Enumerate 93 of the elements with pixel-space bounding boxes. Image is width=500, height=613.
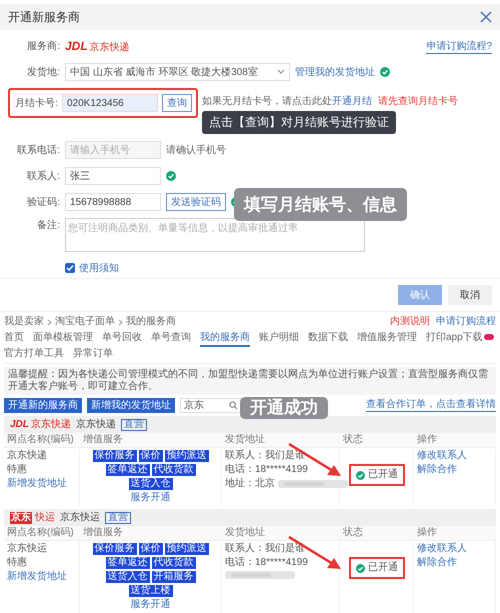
help-link[interactable]: 申请订购流程? — [426, 38, 492, 54]
tab[interactable]: 单号查询 — [151, 331, 191, 347]
courier-logo: JDL 京东快递 — [10, 418, 71, 430]
service-tag: 签单返还 — [106, 557, 150, 569]
column-header: 网点名称(编码) — [4, 433, 80, 448]
site-name: 京东快运 — [7, 543, 47, 555]
service-tag: 保价服务 — [92, 450, 136, 462]
provider-name: 京东快运 — [60, 512, 100, 524]
annotation-banner: 填写月结账号、信息 — [234, 188, 407, 221]
field-label: 联系电话: — [16, 144, 60, 157]
field-label: 服务商: — [26, 40, 60, 53]
header-link[interactable]: 内测说明 — [390, 316, 430, 328]
tab[interactable]: 数据下载 — [308, 331, 348, 347]
phone-hint: 请确认手机号 — [166, 144, 226, 157]
service-tag: 送货入仓 — [128, 478, 172, 490]
courier-logo: JDL 京东快递 — [65, 38, 130, 54]
contact-input[interactable]: 张三 — [65, 167, 161, 185]
tab[interactable]: 我的服务商 — [200, 331, 250, 347]
service-tag: 保价服务 — [92, 543, 136, 555]
toolbar-button[interactable]: 新增我的发货地址 — [87, 398, 175, 413]
account-input[interactable]: 020K123456 — [62, 94, 158, 112]
code-input[interactable]: 15678998888 — [65, 193, 161, 211]
service-tag: 开箱服务 — [152, 571, 196, 583]
column-header: 发货地址 — [222, 526, 340, 541]
column-header: 增值服务 — [80, 433, 222, 448]
service-link[interactable]: 服务开通 — [130, 492, 170, 504]
account-hint: 如果无月结卡号，请点击此处开通月结 — [202, 94, 372, 108]
dialog-title: 开通新服务商 — [8, 8, 80, 26]
column-header: 发货地址 — [222, 433, 340, 448]
address-text: 地址：北京 — [225, 478, 275, 490]
action-link[interactable]: 修改联系人 — [417, 450, 467, 462]
warning-text: 请先查询月结卡号 — [378, 94, 458, 108]
toolbar-button[interactable]: 开通新的服务商 — [4, 398, 82, 413]
service-link[interactable]: 服务开通 — [130, 599, 170, 611]
tab[interactable]: 面单模板管理 — [33, 331, 93, 347]
phone-text: 电话：18*****4199 — [225, 557, 308, 569]
header-link[interactable]: 申请订购流程 — [436, 316, 496, 328]
agreement-label[interactable]: 使用须知 — [79, 261, 119, 275]
phone-input[interactable]: 请输入手机号 — [65, 141, 161, 159]
service-tag: 送货入仓 — [106, 571, 150, 583]
action-link[interactable]: 解除合作 — [417, 557, 457, 569]
breadcrumb-link[interactable]: 淘宝电子面单 — [55, 316, 115, 328]
service-tag: 保价 — [138, 543, 162, 555]
service-tag: 送货上楼 — [128, 585, 172, 597]
field-label: 备注: — [36, 218, 60, 232]
open-account-link[interactable]: 开通月结 — [332, 96, 372, 107]
notice-text: 温馨提醒：因为各快递公司管理模式的不同，加盟型快递需要以网点为单位进行账户设置；直营型服务商仅需开通大客户账号，即可建立合作。 — [4, 367, 496, 395]
service-tag: 预约派送 — [164, 543, 208, 555]
field-label: 发货地: — [26, 66, 60, 79]
tab[interactable]: 单号回收 — [102, 331, 142, 347]
breadcrumb-link[interactable]: 我的服务商 — [126, 316, 176, 328]
service-tag: 保价 — [138, 450, 162, 462]
phone-text: 电话：18*****4199 — [225, 464, 308, 476]
column-header: 状态 — [340, 526, 414, 541]
status-badge: 已开通 — [349, 464, 405, 486]
add-address-link[interactable]: 新增发货地址 — [7, 571, 67, 583]
field-label: 验证码: — [26, 196, 60, 209]
column-header: 操作 — [414, 433, 496, 448]
service-tag: 代收货款 — [152, 557, 196, 569]
service-tag: 预约派送 — [164, 450, 208, 462]
site-type: 特惠 — [7, 464, 27, 476]
column-header: 状态 — [340, 433, 414, 448]
column-header: 网点名称(编码) — [4, 526, 80, 541]
tab[interactable]: 增值服务管理 — [357, 331, 417, 347]
site-type: 特惠 — [7, 557, 27, 569]
service-tag: 签单返还 — [106, 464, 150, 476]
breadcrumb-link[interactable]: 我是卖家 — [4, 316, 44, 328]
address-select[interactable]: 中国 山东省 威海市 环翠区 敬捷大楼308室 — [65, 63, 290, 81]
tab[interactable]: 异常订单 — [73, 347, 113, 363]
provider-name: 京东快递 — [76, 418, 116, 430]
add-address-link[interactable]: 新增发货地址 — [7, 478, 67, 490]
service-tag: 代收货款 — [152, 464, 196, 476]
site-name: 京东快递 — [7, 450, 47, 462]
field-label: 月结卡号: — [14, 96, 58, 110]
status-badge: 已开通 — [349, 557, 405, 579]
query-button[interactable]: 查询 — [162, 94, 192, 112]
tab[interactable]: 官方打单工具 — [4, 347, 64, 363]
action-link[interactable]: 解除合作 — [417, 464, 457, 476]
manage-address-link[interactable]: 管理我的发货地址 — [295, 65, 375, 79]
column-header: 操作 — [414, 526, 496, 541]
annotation-banner: 开通成功 — [240, 397, 328, 419]
tab[interactable]: 打印app下载 — [426, 331, 494, 347]
orders-link[interactable]: 查看合作订单，点击查看详情 — [366, 399, 496, 412]
tab[interactable]: 账户明细 — [259, 331, 299, 347]
tab[interactable]: 首页 — [4, 331, 24, 347]
column-header: 增值服务 — [80, 526, 222, 541]
note-textarea[interactable]: 您可注明商品类别、单量等信息，以提高审批通过率 — [65, 218, 365, 252]
tooltip: 点击【查询】对月结账号进行验证 — [202, 111, 396, 134]
courier-logo: 京东 快运 — [10, 512, 55, 524]
field-label: 联系人: — [26, 170, 60, 183]
action-link[interactable]: 修改联系人 — [417, 543, 467, 555]
send-code-button[interactable]: 发送验证码 — [166, 193, 226, 211]
cancel-button[interactable]: 取消 — [448, 285, 492, 305]
